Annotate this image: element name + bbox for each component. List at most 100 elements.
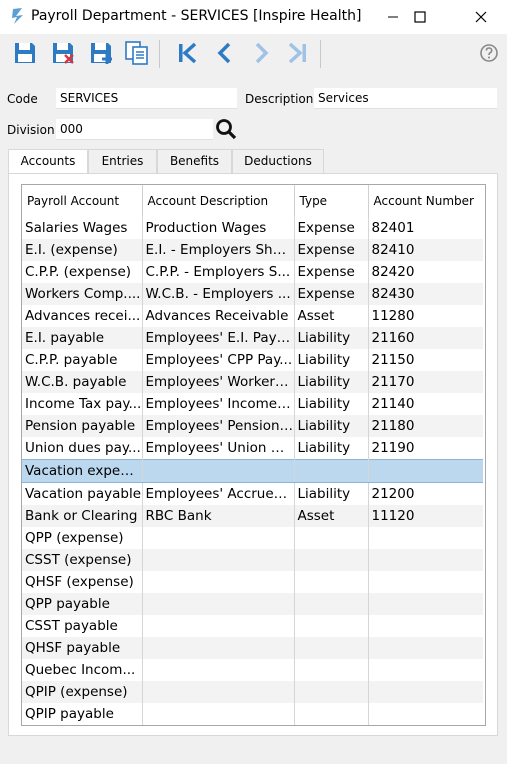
cell-account-description[interactable]: E.I. - Employers Share: [142, 239, 295, 261]
table-row[interactable]: Vacation payable Employees' Accrued... Lia…: [22, 482, 483, 506]
cell-account-number[interactable]: [368, 527, 483, 549]
table-row[interactable]: QPP (expense): [22, 527, 483, 549]
cell-account-description[interactable]: [142, 459, 295, 483]
table-row[interactable]: QPIP (expense): [22, 681, 483, 703]
cell-account-number[interactable]: [368, 615, 483, 637]
cell-account-number[interactable]: 82410: [368, 239, 483, 261]
help-button[interactable]: [474, 38, 504, 68]
cell-account-number[interactable]: 21170: [368, 371, 483, 393]
table-row[interactable]: W.C.B. payable Employees' Workers... Liabi…: [22, 371, 483, 393]
cell-account-number[interactable]: 21140: [368, 393, 483, 415]
cell-payroll-account[interactable]: C.P.P. payable: [22, 349, 143, 371]
table-row[interactable]: Vacation expen...: [22, 459, 483, 483]
cell-account-description[interactable]: W.C.B. - Employers ...: [142, 283, 295, 305]
next-record-button[interactable]: [246, 38, 276, 68]
cell-account-number[interactable]: 21180: [368, 415, 483, 437]
cell-account-description[interactable]: Employees' Workers...: [142, 371, 295, 393]
last-record-button[interactable]: [282, 38, 312, 68]
cell-account-description[interactable]: [142, 593, 295, 615]
column-header-type[interactable]: Type: [294, 185, 369, 217]
cell-account-description[interactable]: C.P.P. - Employers S...: [142, 261, 295, 283]
close-button[interactable]: [458, 0, 504, 34]
table-row[interactable]: QPP payable: [22, 593, 483, 615]
cell-account-number[interactable]: [368, 681, 483, 703]
cell-account-number[interactable]: [368, 659, 483, 681]
cell-account-description[interactable]: Employees' Income ...: [142, 393, 295, 415]
first-record-button[interactable]: [173, 38, 203, 68]
cell-payroll-account[interactable]: Salaries Wages: [22, 217, 143, 239]
table-row[interactable]: QPIP payable: [22, 703, 483, 725]
table-row[interactable]: Advances recei... Advances Receivable Asse…: [22, 305, 483, 327]
cell-account-number[interactable]: 21150: [368, 349, 483, 371]
cell-payroll-account[interactable]: QPP (expense): [22, 527, 143, 549]
maximize-button[interactable]: [397, 0, 443, 34]
cell-type[interactable]: [294, 549, 369, 571]
cell-payroll-account[interactable]: Pension payable: [22, 415, 143, 437]
cell-payroll-account[interactable]: Union dues pay...: [22, 437, 143, 460]
cell-type[interactable]: Expense: [294, 261, 369, 283]
cell-account-description[interactable]: [142, 659, 295, 681]
cell-type[interactable]: Liability: [294, 327, 369, 349]
cell-account-number[interactable]: 21200: [368, 483, 483, 506]
cell-type[interactable]: Liability: [294, 371, 369, 393]
table-row[interactable]: Bank or Clearing RBC Bank Asset 11120: [22, 505, 483, 527]
cell-payroll-account[interactable]: Workers Comp....: [22, 283, 143, 305]
save-button[interactable]: [10, 38, 40, 68]
cell-account-description[interactable]: Advances Receivable: [142, 305, 295, 327]
cell-type[interactable]: Liability: [294, 393, 369, 415]
cell-type[interactable]: [294, 681, 369, 703]
table-row[interactable]: Salaries Wages Production Wages Expense 824…: [22, 217, 483, 239]
cell-account-number[interactable]: 82401: [368, 217, 483, 239]
cell-account-description[interactable]: Employees' CPP Pay...: [142, 349, 295, 371]
cell-account-description[interactable]: [142, 527, 295, 549]
cell-type[interactable]: Expense: [294, 217, 369, 239]
division-field[interactable]: 000: [56, 119, 213, 140]
table-row[interactable]: E.I. (expense) E.I. - Employers Share Expe…: [22, 239, 483, 261]
cell-account-description[interactable]: Employees' E.I. Paya...: [142, 327, 295, 349]
cell-payroll-account[interactable]: Income Tax pay...: [22, 393, 143, 415]
copy-button[interactable]: [122, 38, 152, 68]
cell-type[interactable]: [294, 659, 369, 681]
cell-type[interactable]: Expense: [294, 239, 369, 261]
cell-type[interactable]: [294, 459, 369, 483]
cell-account-number[interactable]: 11120: [368, 505, 483, 527]
table-row[interactable]: Income Tax pay... Employees' Income ... Li…: [22, 393, 483, 415]
cell-payroll-account[interactable]: Quebec Incom...: [22, 659, 143, 681]
cell-account-number[interactable]: 82430: [368, 283, 483, 305]
cell-payroll-account[interactable]: QPIP (expense): [22, 681, 143, 703]
cell-payroll-account[interactable]: QPP payable: [22, 593, 143, 615]
cell-payroll-account[interactable]: QPIP payable: [22, 703, 143, 725]
cell-type[interactable]: [294, 637, 369, 659]
cell-payroll-account[interactable]: QHSF (expense): [22, 571, 143, 593]
cell-type[interactable]: Liability: [294, 482, 369, 505]
cell-payroll-account[interactable]: Advances recei...: [22, 305, 143, 327]
cell-type[interactable]: Asset: [294, 305, 369, 327]
cell-account-description[interactable]: RBC Bank: [142, 505, 295, 527]
cell-payroll-account[interactable]: Vacation expen...: [22, 459, 143, 483]
cell-type[interactable]: [294, 571, 369, 593]
division-search-button[interactable]: [215, 118, 237, 140]
cell-account-description[interactable]: Employees' Union D...: [142, 437, 295, 460]
cell-account-number[interactable]: 11280: [368, 305, 483, 327]
cell-payroll-account[interactable]: E.I. payable: [22, 327, 143, 349]
table-row[interactable]: CSST payable: [22, 615, 483, 637]
cell-payroll-account[interactable]: E.I. (expense): [22, 239, 143, 261]
cell-account-description[interactable]: [142, 615, 295, 637]
cell-type[interactable]: [294, 703, 369, 725]
cell-account-description[interactable]: Employees' Accrued...: [142, 482, 295, 505]
cell-account-number[interactable]: [368, 571, 483, 593]
cell-type[interactable]: [294, 615, 369, 637]
tab-accounts[interactable]: Accounts: [8, 149, 88, 174]
cell-payroll-account[interactable]: CSST payable: [22, 615, 143, 637]
cell-type[interactable]: Liability: [294, 349, 369, 371]
table-row[interactable]: E.I. payable Employees' E.I. Paya... Liabi…: [22, 327, 483, 349]
cell-payroll-account[interactable]: Bank or Clearing: [22, 505, 143, 527]
cell-account-description[interactable]: [142, 637, 295, 659]
table-row[interactable]: CSST (expense): [22, 549, 483, 571]
code-field[interactable]: SERVICES: [56, 88, 237, 109]
cell-payroll-account[interactable]: Vacation payable: [22, 482, 143, 505]
cell-account-description[interactable]: [142, 703, 295, 725]
tab-benefits[interactable]: Benefits: [157, 149, 232, 173]
cell-payroll-account[interactable]: W.C.B. payable: [22, 371, 143, 393]
cell-payroll-account[interactable]: QHSF payable: [22, 637, 143, 659]
